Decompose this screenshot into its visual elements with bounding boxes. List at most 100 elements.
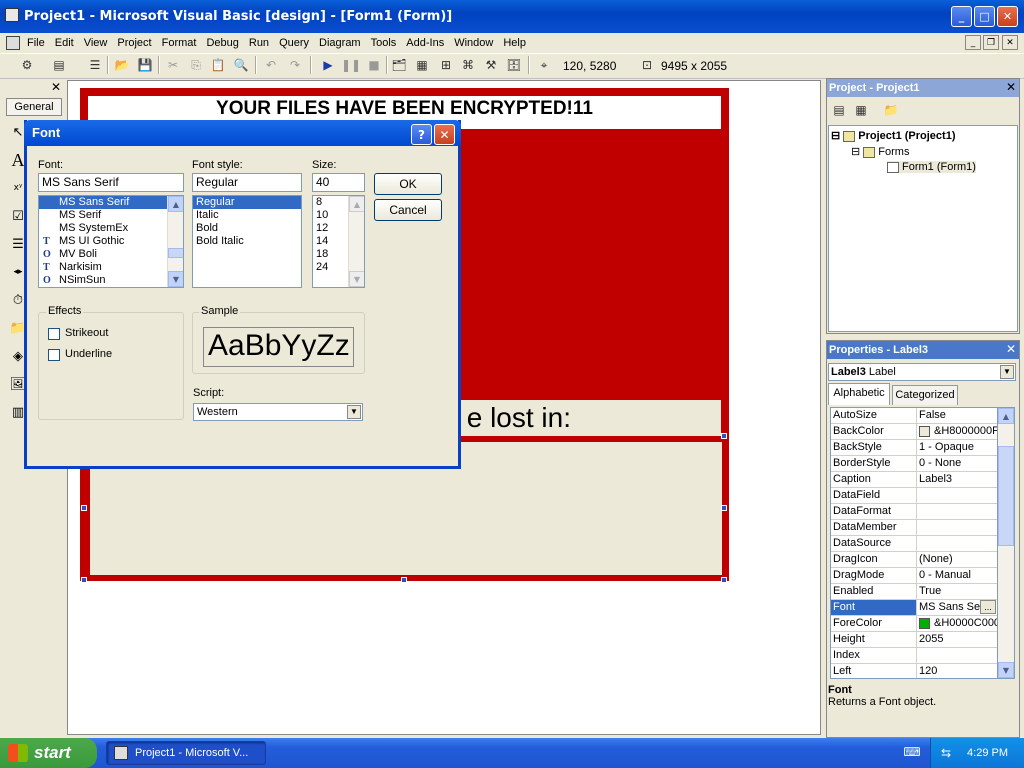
taskbar-item-vb[interactable]: Project1 - Microsoft V... [106,741,266,765]
open-project-icon[interactable]: 📂 [113,56,131,74]
tree-node-project[interactable]: ⊟ Project1 (Project1) [831,129,955,142]
scroll-up-icon[interactable]: ▲ [168,196,183,212]
table-row[interactable]: Left 120 [831,664,997,678]
resize-handle[interactable] [721,433,727,439]
tab-categorized[interactable]: Categorized [892,385,958,405]
vb-app-icon[interactable] [5,8,19,22]
menu-window[interactable]: Window [449,37,498,49]
property-grid-scrollbar[interactable]: ▲ ▼ [998,407,1015,679]
list-item[interactable]: O NSimSun [39,274,183,287]
font-size-input[interactable]: 40 [312,173,365,192]
object-selector[interactable]: Label3 Label ▼ [828,363,1016,381]
save-project-icon[interactable]: 💾 [136,56,154,74]
scroll-up-icon[interactable]: ▲ [349,196,364,212]
resize-handle[interactable] [81,505,87,511]
table-row[interactable]: Enabled True [831,584,997,600]
project-explorer-icon[interactable]: 🗂 [390,56,408,74]
menu-tools[interactable]: Tools [366,37,402,49]
underline-label[interactable]: Underline [65,348,112,360]
resize-handle[interactable] [721,577,727,583]
start-icon[interactable]: ▶ [319,56,337,74]
list-item[interactable]: O MV Boli [39,248,183,261]
tree-node-form1[interactable]: Form1 (Form1) [887,161,976,173]
table-row[interactable]: DataSource [831,536,997,552]
list-item[interactable]: MS Sans Serif [39,196,183,209]
add-project-icon[interactable]: ⚙ [18,56,36,74]
undo-icon[interactable]: ↶ [262,56,280,74]
list-item[interactable]: MS Serif [39,209,183,222]
title-bar[interactable]: Project1 - Microsoft Visual Basic [desig… [0,0,1024,33]
ok-button[interactable]: OK [374,173,442,195]
menu-add-ins[interactable]: Add-Ins [401,37,449,49]
font-style-list[interactable]: Regular Italic Bold Bold Italic [192,195,302,288]
scroll-thumb[interactable] [998,446,1014,546]
properties-close-icon[interactable]: ✕ [1004,342,1018,356]
network-icon[interactable]: ⇆ [941,746,951,760]
project-tree[interactable]: ⊟ Project1 (Project1) ⊟ Forms Form1 (For… [828,125,1018,332]
project-close-icon[interactable]: ✕ [1004,80,1018,94]
table-row[interactable]: DataField [831,488,997,504]
list-item[interactable]: Regular [193,196,301,209]
font-name-list[interactable]: MS Sans Serif MS Serif MS SystemEx T MS U… [38,195,184,288]
list-item[interactable]: T Narkisim [39,261,183,274]
cancel-button[interactable]: Cancel [374,199,442,221]
table-row[interactable]: Height 2055 [831,632,997,648]
toggle-folders-icon[interactable]: 📁 [882,101,900,119]
strikeout-label[interactable]: Strikeout [65,327,108,339]
font-dialog-title[interactable]: Font [24,120,461,146]
toolbox-general-tab[interactable]: General [6,98,62,116]
menu-project[interactable]: Project [112,37,156,49]
scroll-thumb[interactable] [168,248,183,258]
menu-run[interactable]: Run [244,37,274,49]
close-icon[interactable]: ✕ [997,6,1018,27]
menu-view[interactable]: View [79,37,113,49]
property-grid[interactable]: AutoSize False BackColor &H8000000F BackSt… [830,407,998,679]
list-item[interactable]: Bold [193,222,301,235]
list-item[interactable]: Italic [193,209,301,222]
redo-icon[interactable]: ↷ [286,56,304,74]
menu-diagram[interactable]: Diagram [314,37,366,49]
table-row[interactable]: DataFormat [831,504,997,520]
list-item[interactable]: MS SystemEx [39,222,183,235]
mdi-restore-icon[interactable]: ❐ [983,35,999,50]
end-icon[interactable]: ■ [365,56,383,74]
menu-editor-icon[interactable]: ☰ [86,56,104,74]
strikeout-checkbox[interactable] [48,328,60,340]
view-code-icon[interactable]: ▤ [830,101,848,119]
add-form-icon[interactable]: ▤ [50,56,68,74]
cut-icon[interactable]: ✂ [164,56,182,74]
table-row[interactable]: AutoSize False [831,408,997,424]
menu-edit[interactable]: Edit [50,37,79,49]
table-row-selected[interactable]: Font MS Sans Serif... [831,600,997,616]
paste-icon[interactable]: 📋 [209,56,227,74]
size-list-scrollbar[interactable]: ▲ ▼ [348,196,364,287]
chevron-down-icon[interactable]: ▼ [1000,365,1014,379]
font-style-input[interactable]: Regular [192,173,302,192]
scroll-down-icon[interactable]: ▼ [349,271,364,287]
underline-checkbox[interactable] [48,349,60,361]
toolbox-icon[interactable]: ⚒ [482,56,500,74]
menu-debug[interactable]: Debug [201,37,243,49]
scroll-up-icon[interactable]: ▲ [998,408,1014,424]
properties-title[interactable]: Properties - Label3 [827,341,1019,359]
find-icon[interactable]: 🔍 [232,56,250,74]
dialog-close-icon[interactable]: ✕ [434,124,455,145]
view-object-icon[interactable]: ▦ [852,101,870,119]
help-icon[interactable]: ? [411,124,432,145]
copy-icon[interactable]: ⎘ [187,56,205,74]
ellipsis-button[interactable]: ... [980,600,996,614]
data-view-icon[interactable]: 🗄 [505,56,523,74]
menu-file[interactable]: File [22,37,50,49]
font-list-scrollbar[interactable]: ▲ ▼ [167,196,183,287]
properties-window-icon[interactable]: ▦ [413,56,431,74]
table-row[interactable]: Index [831,648,997,664]
toolbox-close-icon[interactable]: ✕ [49,80,63,94]
tree-node-forms[interactable]: ⊟ Forms [851,145,909,158]
table-row[interactable]: BackColor &H8000000F [831,424,997,440]
table-row[interactable]: DragIcon (None) [831,552,997,568]
form-menu-icon[interactable] [6,36,20,50]
list-item[interactable]: T MS UI Gothic [39,235,183,248]
font-size-list[interactable]: 8 10 12 14 18 24 ▲ ▼ [312,195,365,288]
form-layout-icon[interactable]: ⊞ [437,56,455,74]
menu-format[interactable]: Format [157,37,202,49]
